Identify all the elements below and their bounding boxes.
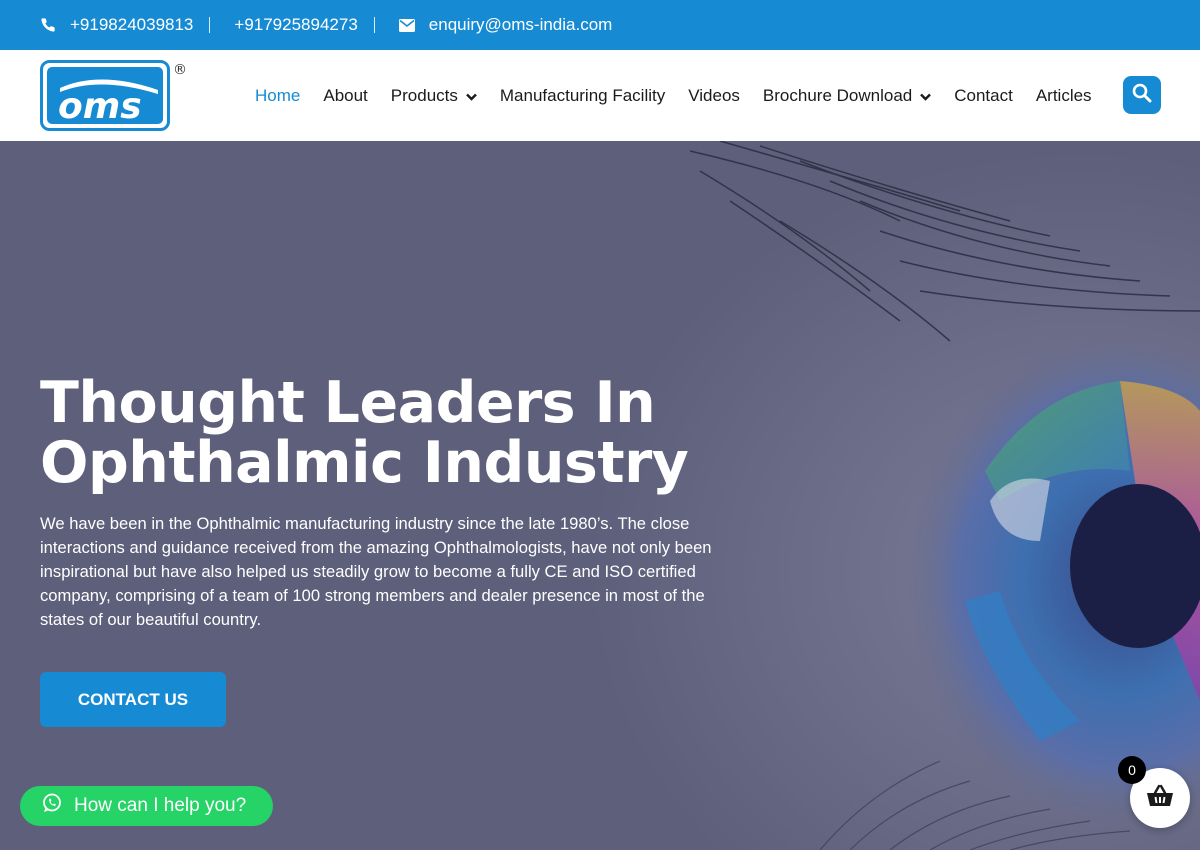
- contact-us-button[interactable]: CONTACT US: [40, 672, 226, 727]
- main-nav: Home About Products Manufacturing Facili…: [255, 50, 1115, 141]
- nav-label: Home: [255, 85, 301, 105]
- nav-home[interactable]: Home: [255, 86, 300, 106]
- search-button[interactable]: [1123, 76, 1161, 114]
- nav-articles[interactable]: Articles: [1036, 86, 1092, 106]
- divider: [373, 17, 375, 33]
- hero-title-line-2: Ophthalmic Industry: [40, 430, 689, 496]
- top-contact-bar: +919824039813 +917925894273 enquiry@oms-…: [0, 0, 1200, 50]
- chevron-down-icon: [466, 86, 477, 106]
- hero-paragraph: We have been in the Ophthalmic manufactu…: [40, 514, 712, 629]
- whatsapp-chat-button[interactable]: How can I help you?: [20, 786, 273, 826]
- nav-label: Products: [390, 85, 458, 105]
- nav-label: Manufacturing Facility: [499, 85, 666, 105]
- nav-contact[interactable]: Contact: [954, 86, 1013, 106]
- phone-icon: [40, 17, 70, 33]
- phone-number-1: +919824039813: [70, 15, 194, 34]
- hero-title-line-1: Thought Leaders In: [40, 370, 656, 436]
- search-icon: [1132, 83, 1152, 108]
- svg-text:oms: oms: [58, 86, 142, 127]
- nav-label: Contact: [954, 85, 1013, 105]
- nav-brochure-download[interactable]: Brochure Download: [762, 85, 932, 106]
- nav-manufacturing-facility[interactable]: Manufacturing Facility: [500, 86, 665, 106]
- phone-number-2: +917925894273: [234, 15, 358, 34]
- nav-label: Videos: [688, 85, 740, 105]
- svg-text:®: ®: [173, 62, 187, 78]
- nav-products[interactable]: Products: [391, 86, 477, 106]
- whatsapp-icon: [42, 793, 74, 819]
- nav-label: Articles: [1035, 85, 1092, 105]
- divider: [209, 17, 211, 33]
- nav-label: Brochure Download: [762, 85, 913, 105]
- site-header: oms ® Home About Products Manufacturing …: [0, 50, 1200, 141]
- basket-icon: [1146, 784, 1174, 813]
- oms-logo[interactable]: oms ®: [40, 60, 190, 132]
- envelope-icon: [398, 18, 429, 32]
- cart-count-badge: 0: [1118, 756, 1146, 784]
- email-address: enquiry@oms-india.com: [428, 15, 613, 34]
- chevron-down-icon: [920, 86, 932, 106]
- nav-label: About: [323, 85, 368, 105]
- phone-link-2[interactable]: +917925894273: [234, 15, 357, 35]
- nav-videos[interactable]: Videos: [688, 86, 740, 106]
- whatsapp-label: How can I help you?: [74, 795, 247, 816]
- nav-about[interactable]: About: [323, 86, 367, 106]
- hero-section: Thought Leaders In Ophthalmic Industry W…: [0, 141, 1200, 850]
- email-link[interactable]: enquiry@oms-india.com: [398, 15, 613, 35]
- phone-link-1[interactable]: +919824039813: [40, 15, 193, 35]
- hero-title: Thought Leaders In Ophthalmic Industry: [40, 373, 740, 493]
